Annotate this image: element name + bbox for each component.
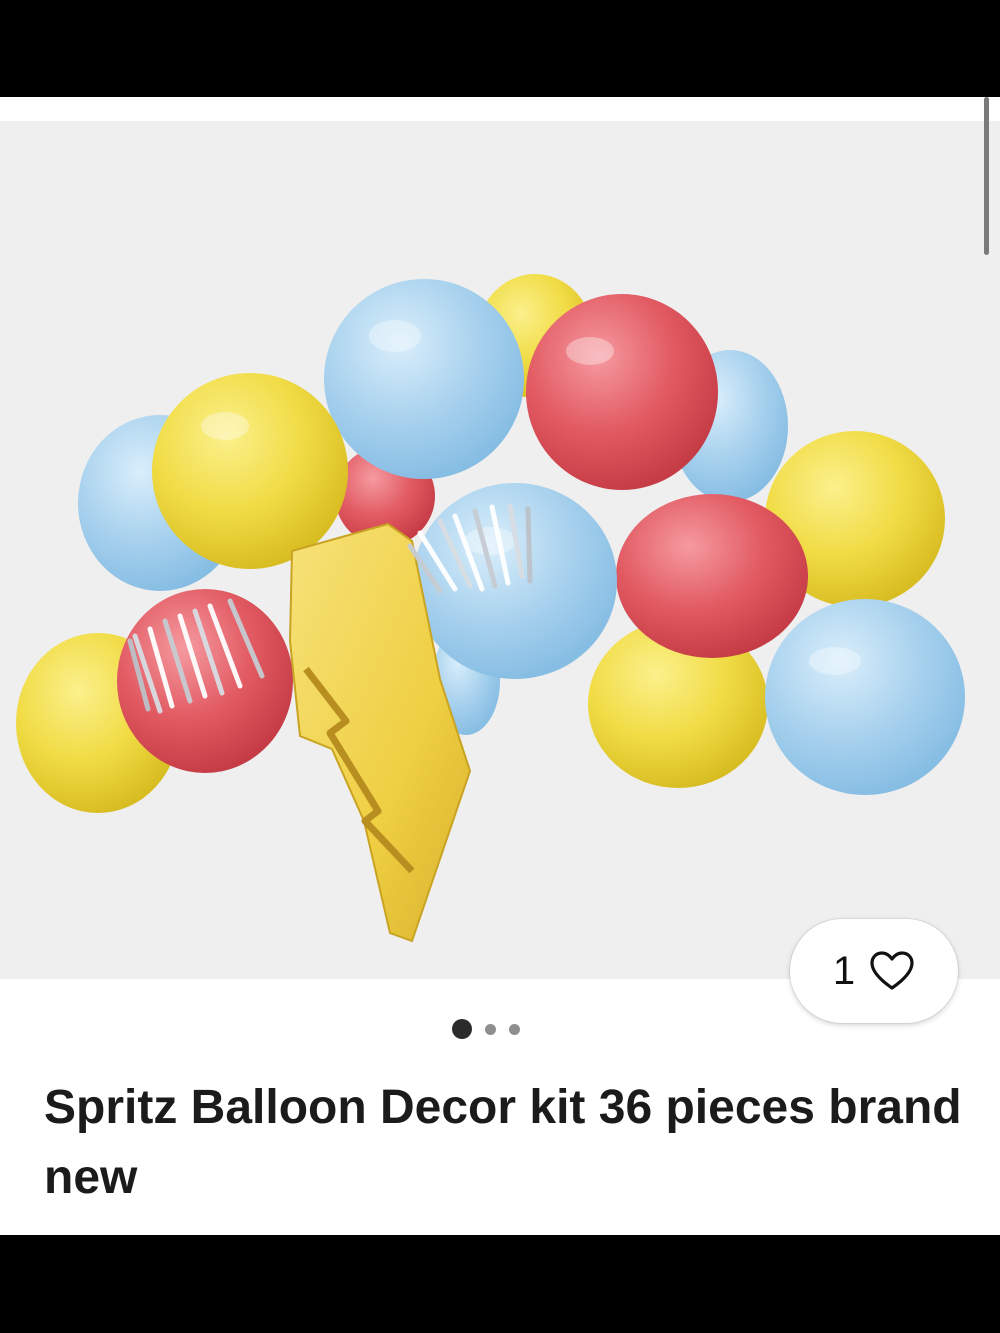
pagination-dot[interactable] (509, 1023, 520, 1035)
balloon (765, 599, 965, 795)
balloon (152, 373, 348, 569)
bottom-letterbox-bar (0, 1235, 1000, 1333)
listing-title: Spritz Balloon Decor kit 36 pieces brand… (44, 1081, 962, 1204)
balloon-garland-image (16, 274, 965, 943)
scrollbar[interactable] (984, 97, 989, 255)
heart-icon (870, 951, 914, 990)
pagination-dot[interactable] (485, 1023, 496, 1035)
balloon (413, 483, 617, 679)
like-button[interactable]: 1 (790, 919, 958, 1023)
like-count: 1 (832, 948, 856, 993)
balloon (117, 589, 293, 773)
balloon (324, 279, 524, 479)
listing-page[interactable]: 1 Spritz Balloon Decor kit 36 pieces bra… (0, 97, 1000, 1235)
listing-photo[interactable] (0, 121, 1000, 979)
image-pagination-dots (452, 1019, 533, 1039)
screen: 1 Spritz Balloon Decor kit 36 pieces bra… (0, 0, 1000, 1333)
balloon (526, 294, 718, 490)
balloon (616, 494, 808, 658)
top-letterbox-bar (0, 0, 1000, 97)
pagination-dot-active[interactable] (452, 1019, 472, 1039)
